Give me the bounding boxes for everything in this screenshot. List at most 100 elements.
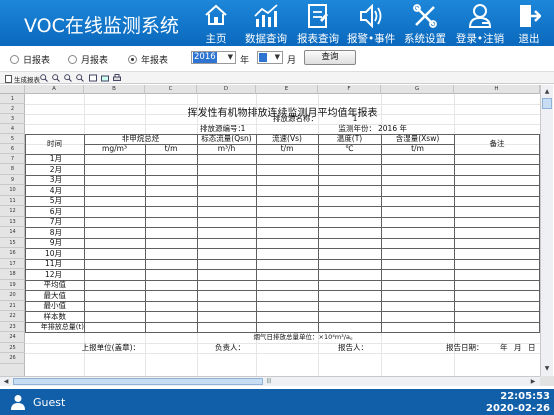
query-button[interactable]: 查询 — [304, 50, 356, 65]
current-user: Guest — [33, 396, 66, 409]
radio-yearly-report[interactable]: 年报表 — [128, 53, 168, 66]
table-border — [25, 164, 540, 165]
column-header-bar: A B C D E F G H — [0, 85, 540, 94]
generate-report-button[interactable]: 生成报表 — [5, 74, 40, 84]
radio-daily-label: 日报表 — [23, 56, 51, 66]
month-select[interactable]: ▼ — [257, 51, 283, 64]
nav-alarm-events-label: 报警•事件 — [347, 33, 396, 45]
scroll-down-icon[interactable]: ▼ — [542, 363, 552, 374]
column-header: F — [318, 85, 381, 94]
zoom-fit-icon[interactable] — [76, 74, 84, 82]
dropdown-arrow-icon: ▼ — [274, 53, 280, 61]
header-temperature: 温度(T) — [336, 134, 363, 143]
scrollbar-corner — [540, 376, 554, 386]
row-header: 24 — [0, 332, 25, 343]
nav-exit-label: 退出 — [518, 33, 540, 45]
month-row-label: 3月 — [49, 175, 62, 184]
smoke-unit-note: 烟气日排放总量单位：×10⁴m³/a。 — [253, 333, 357, 341]
row-header: 16 — [0, 248, 25, 259]
source-name-value: 1 — [352, 114, 358, 123]
row-header: 11 — [0, 196, 25, 206]
radio-dot — [68, 55, 77, 64]
table-border — [145, 144, 146, 332]
stat-row-label: 平均值 — [43, 280, 67, 289]
footer-report-date: 报告日期： — [446, 343, 484, 352]
year-select-value: 2016 — [193, 52, 217, 63]
header-flow: 标态流量(Qsn) — [201, 134, 252, 143]
row-header: 22 — [0, 311, 25, 322]
footer-year: 年 — [500, 343, 508, 352]
gridline-horizontal — [25, 124, 540, 125]
table-border — [25, 206, 540, 207]
horizontal-scrollbar[interactable]: ◀ ||| ▶ — [0, 376, 540, 386]
month-select-value — [259, 53, 267, 62]
table-border — [25, 217, 540, 218]
vertical-scroll-thumb[interactable] — [542, 98, 552, 109]
export-icon[interactable] — [101, 74, 109, 82]
zoom-out-icon[interactable] — [64, 74, 72, 82]
table-border — [318, 134, 319, 332]
header-nmhc: 非甲烷总烃 — [121, 134, 160, 143]
row-header: 12 — [0, 206, 25, 217]
year-select[interactable]: 2016 ▼ — [191, 51, 236, 64]
month-row-label: 11月 — [44, 259, 62, 268]
radio-monthly-report[interactable]: 月报表 — [68, 53, 108, 66]
table-border — [25, 301, 540, 302]
scroll-up-icon[interactable]: ▲ — [542, 86, 552, 97]
month-row-label: 5月 — [49, 196, 62, 205]
tools-icon — [413, 4, 437, 28]
month-row-label: 4月 — [49, 186, 62, 195]
scroll-right-icon[interactable]: ▶ — [528, 376, 538, 386]
row-header: 4 — [0, 124, 25, 134]
table-border — [25, 248, 540, 249]
clock-date: 2020-02-26 — [486, 403, 550, 414]
table-border — [197, 134, 198, 332]
zoom-out-icon[interactable] — [52, 74, 60, 82]
report-toolbar: 生成报表 — [0, 71, 554, 84]
nav-home[interactable]: 主页 — [201, 0, 231, 46]
row-header: 3 — [0, 114, 25, 124]
vertical-scrollbar[interactable]: ▲ ▼ — [540, 85, 553, 376]
row-header: 7 — [0, 154, 25, 164]
radio-daily-report[interactable]: 日报表 — [10, 53, 50, 66]
column-header: E — [256, 85, 318, 94]
annual-total-label: 年排放总量(t) — [40, 323, 84, 331]
report-grid: 挥发性有机物排放连续监测月平均值年报表 排放源名称： 1 排放源编号： 1 监测年份： 20… — [25, 94, 540, 376]
table-border — [25, 259, 540, 260]
month-row-label: 12月 — [44, 270, 62, 279]
row-header: 15 — [0, 238, 25, 248]
footer-reporter: 报告人： — [338, 343, 368, 352]
horizontal-scroll-thumb[interactable] — [13, 378, 263, 385]
radio-monthly-label: 月报表 — [81, 56, 109, 66]
print-icon[interactable] — [113, 74, 121, 82]
home-icon — [205, 4, 227, 25]
month-row-label: 8月 — [49, 228, 62, 237]
nav-exit[interactable]: 退出 — [513, 0, 545, 46]
table-border — [25, 290, 540, 291]
report-sheet[interactable]: A B C D E F G H 1 2 3 4 5 6 7 8 9 10 11 12 13 14 15 16 1… — [0, 85, 540, 376]
month-unit-label: 月 — [287, 56, 297, 66]
nav-system-settings[interactable]: 系统设置 — [401, 0, 449, 46]
month-row-label: 9月 — [49, 238, 62, 247]
nav-home-label: 主页 — [205, 33, 227, 45]
row-header: 8 — [0, 164, 25, 175]
scroll-left-icon[interactable]: ◀ — [1, 376, 11, 386]
footer-reporting-unit: 上报单位(盖章)： — [81, 343, 140, 352]
header-velocity: 流速(Vs) — [272, 134, 302, 143]
table-border — [84, 134, 85, 332]
view-icon[interactable] — [89, 74, 97, 82]
nav-login-logout[interactable]: 登录•注销 — [455, 0, 505, 46]
header-remark: 备注 — [489, 139, 505, 148]
zoom-in-icon[interactable] — [40, 74, 48, 82]
source-name-label: 排放源名称： — [273, 114, 318, 123]
monitor-year-label: 监测年份： — [338, 124, 377, 133]
nav-alarm-events[interactable]: 报警•事件 — [347, 0, 395, 46]
nav-data-query[interactable]: 数据查询 — [243, 0, 289, 46]
stat-row-label: 样本数 — [43, 312, 67, 321]
nav-report-query[interactable]: 报表查询 — [295, 0, 341, 46]
footer-month: 月 — [514, 343, 522, 352]
unit-velocity: t/m — [280, 144, 294, 153]
generate-report-label: 生成报表 — [14, 76, 40, 84]
row-header: 19 — [0, 280, 25, 290]
year-unit-label: 年 — [240, 56, 250, 66]
